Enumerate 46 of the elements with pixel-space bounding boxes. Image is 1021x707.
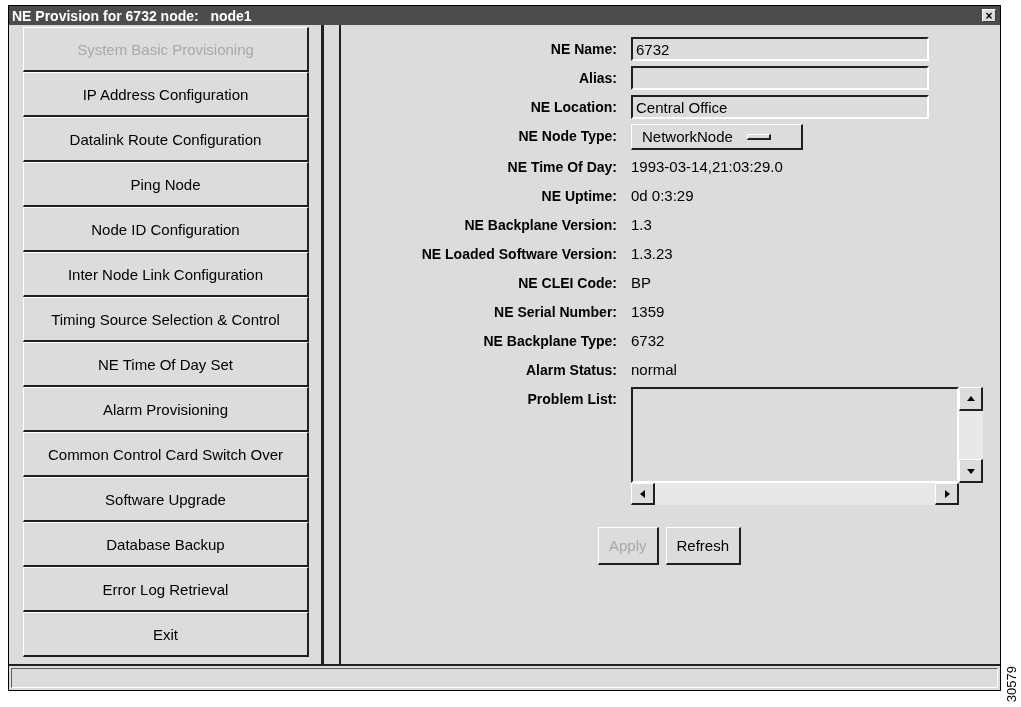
menu-button[interactable]: Datalink Route Configuration	[23, 117, 309, 162]
menu-button[interactable]: Software Upgrade	[23, 477, 309, 522]
field-label: NE Backplane Type:	[482, 332, 617, 351]
text-field[interactable]: Central Office	[631, 95, 929, 119]
menu-button[interactable]: Common Control Card Switch Over	[23, 432, 309, 477]
field-label: NE CLEI Code:	[517, 274, 617, 293]
field-label: Alias:	[577, 69, 617, 88]
menu-button[interactable]: Alarm Provisioning	[23, 387, 309, 432]
field-label: NE Serial Number:	[493, 303, 617, 322]
action-button[interactable]: Refresh	[665, 527, 742, 565]
field-label: NE Time Of Day:	[506, 158, 617, 177]
menu-button[interactable]: NE Time Of Day Set	[23, 342, 309, 387]
menu-button[interactable]: Node ID Configuration	[23, 207, 309, 252]
field-label: NE Node Type:	[517, 127, 617, 146]
problem-list-box[interactable]	[631, 387, 959, 483]
field-label: Problem List:	[526, 390, 617, 409]
field-value: normal	[631, 361, 677, 378]
menu-button[interactable]: IP Address Configuration	[23, 72, 309, 117]
node-type-dropdown[interactable]: NetworkNode	[631, 124, 803, 150]
field-value: 1.3	[631, 216, 652, 233]
option-menu-indicator-icon	[746, 133, 771, 140]
menu-button[interactable]: Error Log Retrieval	[23, 567, 309, 612]
menu-button[interactable]: Database Backup	[23, 522, 309, 567]
menu-button[interactable]: Timing Source Selection & Control	[23, 297, 309, 342]
field-value: 0d 0:3:29	[631, 187, 694, 204]
menu-button[interactable]: Exit	[23, 612, 309, 657]
text-field[interactable]: 6732	[631, 37, 929, 61]
text-field[interactable]	[631, 66, 929, 90]
close-button[interactable]: ×	[982, 9, 996, 22]
window-title: NE Provision for 6732 node: node1	[12, 7, 252, 24]
field-value: 6732	[631, 332, 665, 349]
field-value: 1993-03-14,21:03:29.0	[631, 158, 783, 175]
menu-button[interactable]: Inter Node Link Configuration	[23, 252, 309, 297]
field-label: NE Location:	[529, 98, 617, 117]
field-label: NE Backplane Version:	[463, 216, 617, 235]
horizontal-scrollbar[interactable]	[631, 483, 959, 505]
field-value: 1359	[631, 303, 665, 320]
field-label: NE Uptime:	[540, 187, 617, 206]
field-value: BP	[631, 274, 651, 291]
field-value: 1.3.23	[631, 245, 673, 262]
menu-button[interactable]: Ping Node	[23, 162, 309, 207]
field-label: Alarm Status:	[524, 361, 617, 380]
field-label: NE Loaded Software Version:	[420, 245, 617, 264]
field-label: NE Name:	[549, 40, 617, 59]
vertical-scrollbar[interactable]	[959, 387, 983, 483]
figure-number: 30579	[1003, 665, 1019, 702]
